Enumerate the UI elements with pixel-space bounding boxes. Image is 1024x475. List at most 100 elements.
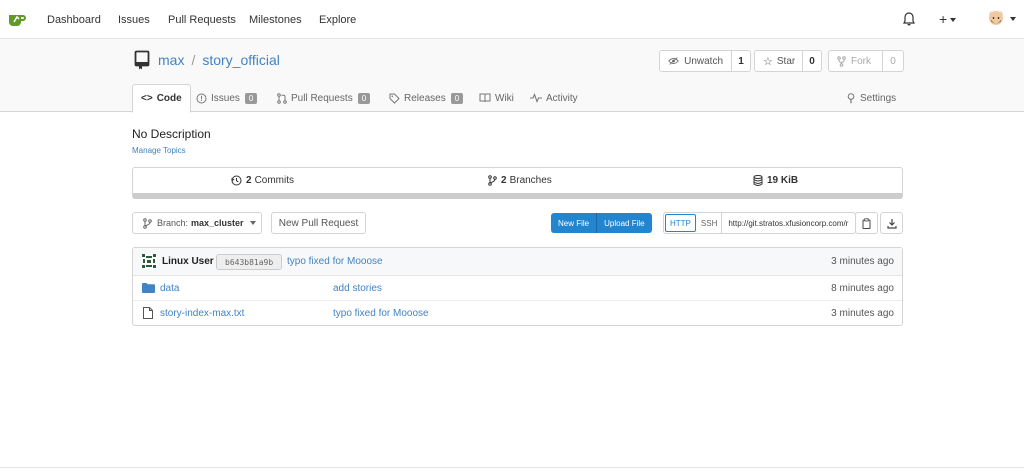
user-menu[interactable] [988,10,1017,27]
eye-slash-icon [668,57,679,65]
tag-icon [389,93,400,104]
issue-icon [196,93,207,103]
tab-label: Activity [546,92,578,104]
file-icon [143,307,153,319]
code-icon: <> [141,93,153,104]
size-stat: 19 KiB [753,175,801,186]
avatar [141,253,157,269]
nav-issues[interactable]: Issues [118,14,150,26]
tab-wiki[interactable]: Wiki [479,84,514,112]
tab-settings[interactable]: Settings [846,84,896,112]
commits-count: 2 [246,175,252,186]
repo-description: No Description [132,127,211,141]
star-count[interactable]: 0 [803,51,821,71]
tab-activity[interactable]: Activity [530,84,578,112]
repo-name-link[interactable]: story_official [202,52,280,68]
plus-icon: + [939,11,948,27]
unwatch-label: Unwatch [684,55,723,67]
tab-label: Settings [860,92,897,104]
copy-url-button[interactable] [855,212,878,234]
top-navbar: Dashboard Issues Pull Requests Milestone… [0,0,1024,39]
tab-releases[interactable]: Releases 0 [389,84,464,112]
tab-issues[interactable]: Issues 0 [196,84,258,112]
tab-pull-requests[interactable]: Pull Requests 0 [277,84,371,112]
history-icon [231,175,242,186]
watch-button-group: Unwatch 1 [659,50,751,72]
watch-count[interactable]: 1 [732,51,750,71]
commit-age: 3 minutes ago [831,256,894,267]
commit-sha-button[interactable]: b643b81a9b [216,254,283,270]
tab-label: Wiki [495,92,514,104]
star-button-group: ☆ Star 0 [754,50,822,72]
file-row: story-index-max.txt typo fixed for Mooos… [133,301,902,326]
ssh-clone-button[interactable]: SSH [697,213,721,233]
chevron-down-icon [1010,16,1017,21]
file-name-link[interactable]: story-index-max.txt [160,308,244,319]
file-commit-message-link[interactable]: add stories [333,283,382,294]
latest-commit-row: Linux User b643b81a9b typo fixed for Moo… [133,248,902,276]
unwatch-button[interactable]: Unwatch [660,51,732,71]
wiki-icon [479,93,491,103]
commits-label: Commits [254,175,295,186]
star-icon: ☆ [763,55,773,68]
fork-button[interactable]: Fork [829,51,883,71]
repo-stats-bar: 2 Commits 2 Branches 19 KiB [132,167,903,199]
tools-icon [847,92,855,103]
file-row: data add stories 8 minutes ago [133,276,902,301]
fork-icon [837,55,846,67]
commit-message-link[interactable]: typo fixed for Mooose [287,256,383,267]
fork-count[interactable]: 0 [883,51,903,71]
nav-explore[interactable]: Explore [319,14,356,26]
repo-separator: / [191,52,196,68]
create-new-menu[interactable]: + [939,11,957,27]
chevron-down-icon [950,18,957,23]
repo-owner-link[interactable]: max [158,52,184,68]
repo-book-icon [134,50,150,70]
commit-author[interactable]: Linux User [162,256,214,267]
avatar [989,10,1003,25]
new-pull-request-button[interactable]: New Pull Request [271,212,366,234]
pull-request-icon [277,92,287,104]
nav-pull-requests[interactable]: Pull Requests [168,14,236,26]
file-age: 3 minutes ago [831,308,894,319]
pull-requests-count-badge: 0 [357,92,371,104]
branch-prefix: Branch: [157,218,189,228]
repo-size: 19 KiB [767,175,799,186]
clone-url-field[interactable]: http://git.stratos.xfusioncorp.com/r [721,213,855,233]
file-table: Linux User b643b81a9b typo fixed for Moo… [132,247,903,326]
gitea-logo-icon[interactable] [8,12,26,28]
branch-dropdown[interactable]: Branch: max_cluster [132,212,262,234]
star-button[interactable]: ☆ Star [755,51,803,71]
tab-label: Code [156,93,182,104]
nav-dashboard[interactable]: Dashboard [47,14,101,26]
commits-stat[interactable]: 2 Commits [231,175,294,186]
footer-divider [0,467,1024,468]
clone-url-group: HTTP SSH http://git.stratos.xfusioncorp.… [663,212,857,234]
branches-stat[interactable]: 2 Branches [488,175,552,186]
tab-label: Pull Requests [291,92,353,104]
repo-title: max / story_official [134,50,280,70]
branches-count: 2 [501,175,507,186]
file-name-link[interactable]: data [160,283,179,294]
clipboard-icon [862,217,871,229]
upload-file-button[interactable]: Upload File [596,213,651,233]
manage-topics-link[interactable]: Manage Topics [132,146,186,155]
tab-label: Releases [404,92,446,104]
fork-button-group: Fork 0 [828,50,904,72]
pulse-icon [530,93,542,103]
file-actions-group: New File Upload File [551,213,652,233]
folder-icon [142,283,155,293]
new-file-button[interactable]: New File [551,213,596,233]
http-clone-button[interactable]: HTTP [665,214,696,232]
database-icon [753,175,763,186]
bell-icon[interactable] [903,12,915,26]
download-button[interactable] [880,212,903,234]
chevron-down-icon [249,221,256,225]
repo-tabs: <> Code Issues 0 Pull Requests 0 Release… [0,84,1024,113]
tab-code[interactable]: <> Code [132,84,191,113]
issues-count-badge: 0 [244,92,258,104]
nav-milestones[interactable]: Milestones [249,14,302,26]
file-commit-message-link[interactable]: typo fixed for Mooose [333,308,429,319]
file-age: 8 minutes ago [831,283,894,294]
download-icon [886,218,897,229]
